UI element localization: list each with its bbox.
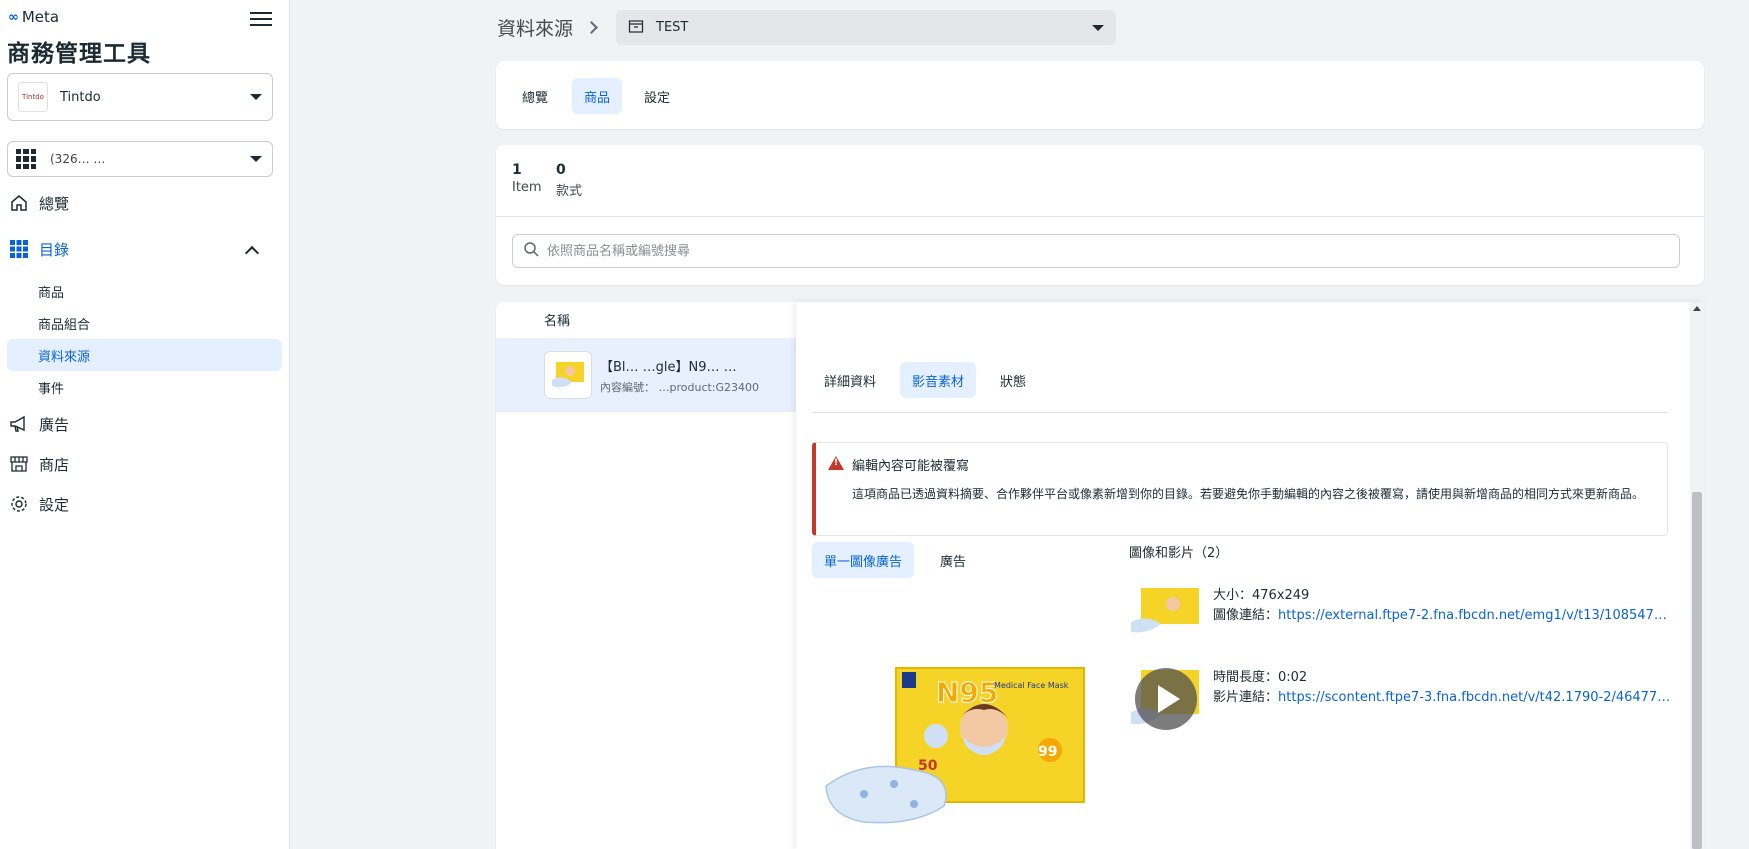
stats-card: 1 Item 0 款式 bbox=[496, 145, 1704, 285]
chevron-up-icon[interactable] bbox=[244, 245, 260, 261]
archive-icon bbox=[628, 18, 644, 38]
caret-down-icon bbox=[1092, 24, 1104, 31]
nav-catalog[interactable]: 目錄 bbox=[8, 234, 69, 264]
business-selector[interactable]: Tintdo Tintdo bbox=[7, 73, 273, 121]
nav-settings-label: 設定 bbox=[39, 495, 70, 514]
search-icon bbox=[523, 241, 539, 261]
video-link-label: 影片連結： bbox=[1213, 690, 1279, 705]
tab-media[interactable]: 影音素材 bbox=[900, 362, 977, 398]
nav-ads-label: 廣告 bbox=[39, 415, 70, 434]
media-heading: 圖像和影片（2） bbox=[1129, 546, 1229, 561]
warning-body: 這項商品已透過資料摘要、合作夥伴平台或像素新增到你的目錄。若要避免你手動編輯的內… bbox=[852, 487, 1645, 501]
row-text: 【Bl… …gle】N9… … 內容編號： …product:G23400 bbox=[600, 356, 759, 395]
video-thumbnail[interactable] bbox=[1129, 668, 1201, 732]
sidebar: ∞ Meta 商務管理工具 Tintdo Tintdo (326… … 總覽 目… bbox=[0, 0, 290, 849]
meta-logo-icon: ∞ bbox=[8, 9, 19, 25]
tab-products[interactable]: 商品 bbox=[572, 78, 623, 114]
account-name: (326… … bbox=[50, 152, 106, 166]
column-header-name: 名稱 bbox=[544, 314, 571, 329]
megaphone-icon bbox=[8, 413, 30, 435]
gear-icon bbox=[8, 493, 30, 515]
nav-catalog-label: 目錄 bbox=[39, 240, 70, 259]
product-thumbnail bbox=[544, 351, 592, 399]
warning-icon bbox=[828, 456, 844, 470]
grid-icon bbox=[16, 149, 36, 169]
product-detail-panel: 詳細資料 影音素材 狀態 編輯內容可能被覆寫 這項商品已透過資料摘要、合作夥伴平… bbox=[796, 302, 1704, 849]
tab-details[interactable]: 詳細資料 bbox=[812, 362, 888, 398]
play-icon[interactable] bbox=[1135, 668, 1197, 730]
nav-overview[interactable]: 總覽 bbox=[8, 188, 69, 218]
stat-variants-label: 款式 bbox=[556, 184, 583, 199]
divider bbox=[812, 412, 1668, 413]
media-item-image[interactable]: 大小：476x249 圖像連結： https://external.ftpe7-… bbox=[1129, 586, 1673, 634]
preview-badge-text: 99 bbox=[1038, 744, 1057, 760]
video-info: 時間長度：0:02 影片連結： https://scontent.ftpe7-3… bbox=[1213, 668, 1673, 708]
hamburger-menu-icon[interactable] bbox=[250, 8, 272, 28]
shop-icon bbox=[8, 453, 30, 475]
caret-down-icon bbox=[250, 156, 262, 162]
data-source-name: TEST bbox=[656, 20, 689, 35]
catalog-grid-icon bbox=[8, 238, 30, 260]
nav-overview-label: 總覽 bbox=[39, 194, 70, 213]
chevron-right-icon bbox=[585, 21, 598, 34]
stat-variants-value: 0 bbox=[556, 162, 566, 178]
table-row[interactable]: 【Bl… …gle】N9… … 內容編號： …product:G23400 bbox=[496, 338, 796, 412]
scroll-up-icon[interactable] bbox=[1693, 306, 1701, 311]
tab-ads[interactable]: 廣告 bbox=[928, 542, 978, 578]
business-avatar: Tintdo bbox=[18, 82, 48, 112]
product-content-id: 內容編號： …product:G23400 bbox=[600, 380, 760, 394]
stat-items-value: 1 bbox=[512, 162, 522, 178]
image-thumbnail[interactable] bbox=[1129, 586, 1201, 634]
image-info: 大小：476x249 圖像連結： https://external.ftpe7-… bbox=[1213, 586, 1673, 626]
nav-catalog-products[interactable]: 商品 bbox=[7, 275, 282, 307]
breadcrumb: 資料來源 bbox=[497, 14, 598, 41]
product-list: 名稱 【Bl… …gle】N9… … 內容編號： …product:G23400 bbox=[496, 302, 796, 849]
media-item-video[interactable]: 時間長度：0:02 影片連結： https://scontent.ftpe7-3… bbox=[1129, 668, 1673, 732]
account-selector[interactable]: (326… … bbox=[7, 141, 273, 177]
ad-preview-image: N95 Medical Face Mask 99 50 bbox=[824, 666, 1086, 826]
video-duration: 時間長度：0:02 bbox=[1213, 670, 1308, 685]
preview-n95-text: N95 bbox=[936, 676, 998, 709]
tab-status[interactable]: 狀態 bbox=[988, 362, 1038, 398]
breadcrumb-title[interactable]: 資料來源 bbox=[497, 14, 573, 41]
image-size: 大小：476x249 bbox=[1213, 588, 1310, 603]
app-title: 商務管理工具 bbox=[7, 41, 151, 67]
meta-brand: ∞ Meta bbox=[8, 8, 59, 26]
nav-catalog-product-sets[interactable]: 商品組合 bbox=[7, 307, 282, 339]
nav-shop[interactable]: 商店 bbox=[8, 449, 69, 479]
data-source-selector[interactable]: TEST bbox=[616, 10, 1116, 45]
stat-items: 1 Item bbox=[512, 162, 542, 195]
warning-title: 編輯內容可能被覆寫 bbox=[852, 459, 970, 474]
divider bbox=[496, 216, 1704, 217]
business-name: Tintdo bbox=[60, 89, 101, 105]
search-box[interactable] bbox=[512, 234, 1680, 268]
stat-items-label: Item bbox=[512, 180, 542, 195]
nav-shop-label: 商店 bbox=[39, 455, 70, 474]
video-link[interactable]: https://scontent.ftpe7-3.fna.fbcdn.net/v… bbox=[1278, 688, 1673, 708]
scroll-thumb[interactable] bbox=[1692, 492, 1702, 849]
nav-catalog-events[interactable]: 事件 bbox=[7, 371, 282, 403]
product-title: 【Bl… …gle】N9… … bbox=[600, 359, 737, 375]
preview-mask-text: Medical Face Mask bbox=[994, 681, 1069, 690]
panel-scrollbar[interactable] bbox=[1690, 302, 1704, 849]
search-input[interactable] bbox=[547, 243, 1669, 259]
nav-catalog-data-sources[interactable]: 資料來源 bbox=[7, 339, 282, 371]
tabs-card: 總覽 商品 設定 bbox=[496, 61, 1704, 129]
tab-overview[interactable]: 總覽 bbox=[510, 78, 560, 114]
image-link[interactable]: https://external.ftpe7-2.fna.fbcdn.net/e… bbox=[1278, 606, 1673, 626]
tab-settings[interactable]: 設定 bbox=[632, 78, 682, 114]
stat-variants: 0 款式 bbox=[556, 162, 582, 199]
nav-ads[interactable]: 廣告 bbox=[8, 409, 69, 439]
caret-down-icon bbox=[250, 94, 262, 100]
overwrite-warning: 編輯內容可能被覆寫 這項商品已透過資料摘要、合作夥伴平台或像素新增到你的目錄。若… bbox=[812, 442, 1668, 536]
image-link-label: 圖像連結： bbox=[1213, 608, 1279, 623]
meta-brand-text: Meta bbox=[21, 8, 60, 26]
home-icon bbox=[8, 192, 30, 214]
nav-settings[interactable]: 設定 bbox=[8, 489, 69, 519]
tab-single-image-ad[interactable]: 單一圖像廣告 bbox=[812, 542, 915, 578]
